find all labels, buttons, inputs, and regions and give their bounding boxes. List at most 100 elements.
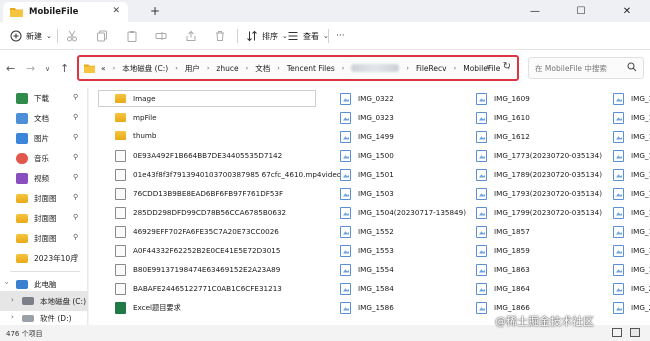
- tiles-view-icon[interactable]: [630, 328, 640, 337]
- sidebar-item-cover-3[interactable]: 封面图 ⚲: [0, 228, 88, 248]
- list-item[interactable]: 46929EFF702FA6FE35C7A20E73CC0026: [115, 223, 279, 240]
- list-item[interactable]: IMG_1501: [340, 166, 394, 183]
- forward-button[interactable]: →: [26, 62, 35, 75]
- chevron-down-icon[interactable]: ›: [2, 282, 10, 285]
- tab-mobilefile[interactable]: MobileFile ✕: [3, 2, 128, 22]
- close-button[interactable]: ✕: [604, 0, 650, 22]
- share-button[interactable]: [185, 28, 197, 44]
- folder-icon: [16, 233, 28, 243]
- chevron-right-icon[interactable]: ›: [11, 296, 14, 304]
- list-item[interactable]: IMG_1863: [476, 261, 530, 278]
- list-item[interactable]: B80E99137198474E63469152E2A23A89: [115, 261, 280, 278]
- list-item[interactable]: IMG_1499: [340, 128, 394, 145]
- breadcrumb-redacted[interactable]: [351, 64, 400, 72]
- details-view-icon[interactable]: [612, 328, 622, 337]
- list-item[interactable]: IMG_20: [613, 280, 650, 297]
- list-item[interactable]: IMG_1610: [476, 109, 530, 126]
- sidebar-item-pictures[interactable]: 图片 ⚲: [0, 128, 88, 148]
- sidebar-item-2023-oct[interactable]: 2023年10月 ⚲: [0, 248, 88, 268]
- list-item[interactable]: IMG_1859: [476, 242, 530, 259]
- list-item[interactable]: IMG_18: [613, 128, 650, 145]
- pin-icon: ⚲: [73, 153, 79, 161]
- more-options-button[interactable]: ···: [336, 28, 345, 44]
- list-item[interactable]: IMG_1793(20230720-035134): [476, 185, 602, 202]
- maximize-button[interactable]: ☐: [558, 0, 604, 22]
- breadcrumb-tencent-files[interactable]: Tencent Files: [287, 64, 335, 73]
- list-item[interactable]: IMG_0323: [340, 109, 394, 126]
- list-item[interactable]: IMG_1799(20230720-035134): [476, 204, 602, 221]
- sidebar-item-videos[interactable]: 视频 ⚲: [0, 168, 88, 188]
- sidebar-item-music[interactable]: 音乐 ⚲: [0, 148, 88, 168]
- list-item[interactable]: A0F44332F62252B2E0CE41E5E72D3015: [115, 242, 280, 259]
- cut-button[interactable]: [66, 28, 78, 44]
- search-icon[interactable]: [627, 62, 637, 72]
- tab-close-icon[interactable]: ✕: [112, 6, 120, 16]
- breadcrumb-drive-c[interactable]: 本地磁盘 (C:): [122, 63, 168, 74]
- sort-button[interactable]: 排序 ⌄: [246, 28, 288, 44]
- list-item[interactable]: Excel题目要求: [115, 299, 181, 316]
- list-item[interactable]: 01e43f8f3f7913940103700387985 67cfc_4610…: [115, 166, 341, 183]
- list-item[interactable]: IMG_1504(20230717-135849): [340, 204, 466, 221]
- delete-button[interactable]: [214, 28, 226, 44]
- list-item[interactable]: IMG_1773(20230720-035134): [476, 147, 602, 164]
- list-item[interactable]: IMG_1586: [340, 299, 394, 316]
- list-item[interactable]: IMG_18: [613, 261, 650, 278]
- list-item[interactable]: IMG_1857: [476, 223, 530, 240]
- breadcrumb-documents[interactable]: 文档: [255, 63, 270, 74]
- list-item[interactable]: mpFile: [115, 109, 157, 126]
- breadcrumb-zhuce[interactable]: zhuce: [216, 64, 238, 73]
- breadcrumb-users[interactable]: 用户: [185, 63, 200, 74]
- list-item[interactable]: IMG_1500: [340, 147, 394, 164]
- minimize-button[interactable]: —: [512, 0, 558, 22]
- list-item[interactable]: IMG_1789(20230720-035134): [476, 166, 602, 183]
- recent-locations-dropdown[interactable]: ∨: [45, 65, 50, 73]
- sidebar-item-cover-1[interactable]: 封面图 ⚲: [0, 188, 88, 208]
- list-item[interactable]: IMG_18: [613, 223, 650, 240]
- sidebar-item-downloads[interactable]: 下载 ⚲: [0, 88, 88, 108]
- list-item[interactable]: IMG_20: [613, 299, 650, 316]
- divider: [237, 29, 238, 43]
- list-item[interactable]: IMG_1503: [340, 185, 394, 202]
- list-item[interactable]: IMG_1552: [340, 223, 394, 240]
- view-button[interactable]: 查看 ⌄: [287, 28, 329, 44]
- list-item[interactable]: IMG_1864: [476, 280, 530, 297]
- sidebar-item-cover-2[interactable]: 封面图 ⚲: [0, 208, 88, 228]
- list-item[interactable]: IMG_18: [613, 109, 650, 126]
- list-item[interactable]: 76CDD13B9BE8EAD6BF6FB97F761DF53F: [115, 185, 283, 202]
- paste-button[interactable]: [126, 28, 138, 44]
- list-item[interactable]: 285DD298DFD99CD78B56CCA6785B0632: [115, 204, 286, 221]
- breadcrumb-mobilefile[interactable]: MobileFile: [463, 64, 500, 73]
- list-item[interactable]: IMG_18: [613, 90, 650, 107]
- address-history-dropdown[interactable]: ∨: [486, 63, 491, 71]
- list-item[interactable]: IMG_1554: [340, 261, 394, 278]
- chevron-right-icon[interactable]: ›: [11, 313, 14, 321]
- new-tab-button[interactable]: +: [150, 4, 160, 18]
- list-item[interactable]: IMG_18: [613, 147, 650, 164]
- back-button[interactable]: ←: [6, 62, 15, 75]
- list-item[interactable]: IMG_0322: [340, 90, 394, 107]
- list-item[interactable]: IMG_18: [613, 204, 650, 221]
- list-item[interactable]: thumb: [115, 127, 157, 144]
- breadcrumb-overflow[interactable]: «: [101, 64, 106, 73]
- list-item[interactable]: IMG_1584: [340, 280, 394, 297]
- copy-button[interactable]: [96, 28, 108, 44]
- list-item[interactable]: IMG_1612: [476, 128, 530, 145]
- list-item[interactable]: IMG_1609: [476, 90, 530, 107]
- file-name: IMG_1553: [358, 246, 394, 255]
- rename-button[interactable]: [155, 28, 167, 44]
- up-button[interactable]: ↑: [60, 62, 69, 75]
- sidebar-item-documents[interactable]: 文档 ⚲: [0, 108, 88, 128]
- address-bar[interactable]: « › 本地磁盘 (C:) › 用户 › zhuce › 文档 › Tencen…: [77, 55, 519, 81]
- breadcrumb-filerecv[interactable]: FileRecv: [416, 64, 447, 73]
- search-box[interactable]: [528, 57, 644, 79]
- list-item[interactable]: IMG_18: [613, 185, 650, 202]
- list-item[interactable]: BABAFE24465122771C0AB1C6CFE31213: [115, 280, 282, 297]
- list-item[interactable]: IMG_18: [613, 166, 650, 183]
- list-item[interactable]: Image: [98, 90, 316, 107]
- refresh-icon[interactable]: ↻: [503, 61, 511, 72]
- list-item[interactable]: IMG_1553: [340, 242, 394, 259]
- new-button[interactable]: 新建 ⌄: [10, 28, 52, 44]
- search-input[interactable]: [535, 63, 630, 73]
- list-item[interactable]: IMG_18: [613, 242, 650, 259]
- list-item[interactable]: 0E93A492F1B664BB7DE34405535D7142: [115, 147, 282, 164]
